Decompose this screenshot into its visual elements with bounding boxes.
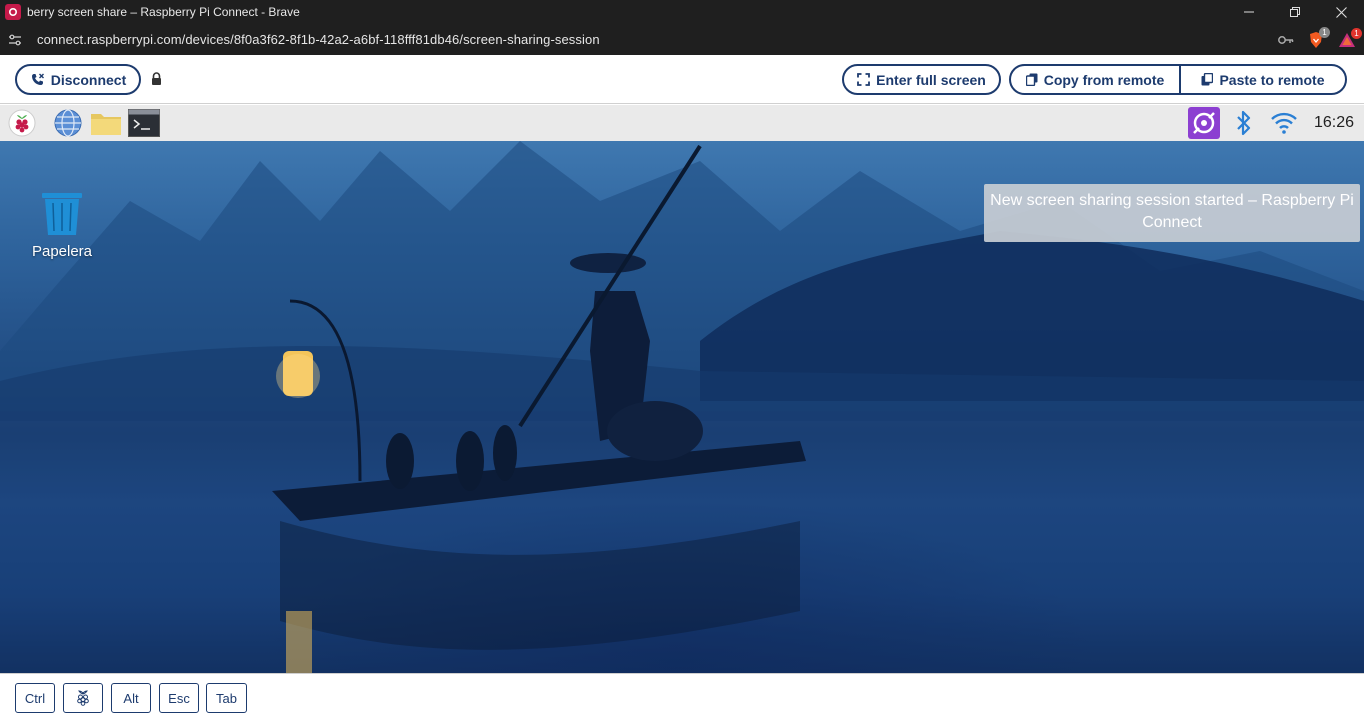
globe-icon (54, 109, 82, 137)
copy-label: Copy from remote (1043, 71, 1165, 88)
site-info-icon[interactable] (0, 34, 30, 46)
rpi-connect-icon (1188, 107, 1220, 139)
terminal-launcher[interactable] (128, 108, 160, 138)
terminal-icon (128, 109, 160, 137)
window-title: berry screen share – Raspberry Pi Connec… (27, 5, 300, 19)
brave-shields-button[interactable]: 1 (1308, 26, 1330, 49)
disconnect-label: Disconnect (50, 71, 127, 88)
rpi-connect-tray-button[interactable] (1188, 107, 1220, 139)
enter-full-screen-button[interactable]: Enter full screen (842, 64, 1001, 95)
browser-title-bar: berry screen share – Raspberry Pi Connec… (0, 0, 1364, 24)
copy-icon (1025, 73, 1038, 86)
lock-icon (151, 72, 162, 91)
shields-count-badge: 1 (1319, 26, 1330, 38)
phone-hangup-icon (31, 73, 44, 85)
raspberry-key-icon (77, 690, 89, 706)
tab-key-button[interactable]: Tab (206, 683, 247, 713)
address-bar: connect.raspberrypi.com/devices/8f0a3f62… (0, 24, 1364, 55)
rewards-count-badge: 1 (1351, 27, 1362, 39)
ctrl-key-button[interactable]: Ctrl (15, 683, 55, 713)
disconnect-button[interactable]: Disconnect (15, 64, 141, 95)
desktop-icon-trash[interactable]: Papelera (28, 191, 96, 260)
session-toolbar: Disconnect Enter full screen Copy from r… (0, 55, 1364, 104)
fullscreen-label: Enter full screen (876, 71, 986, 88)
brave-rewards-button[interactable]: 1 (1338, 27, 1362, 48)
minimize-button[interactable] (1226, 0, 1272, 24)
bluetooth-icon (1237, 110, 1251, 136)
close-icon (1335, 6, 1347, 18)
remote-taskbar: 16:26 (0, 105, 1364, 141)
raspberry-pi-connect-icon (5, 4, 21, 20)
paste-icon (1201, 73, 1214, 86)
close-button[interactable] (1318, 0, 1364, 24)
session-notification[interactable]: New screen sharing session started – Ras… (984, 184, 1360, 242)
trash-icon (42, 193, 82, 235)
remote-desktop-view[interactable]: 16:26 Papelera New screen sharing sessio… (0, 105, 1364, 673)
url-field[interactable]: connect.raspberrypi.com/devices/8f0a3f62… (37, 32, 600, 47)
wifi-icon (1271, 112, 1297, 134)
paste-to-remote-button[interactable]: Paste to remote (1179, 66, 1345, 93)
raspberry-menu-button[interactable] (6, 108, 38, 138)
raspberry-logo-icon (8, 109, 36, 137)
alt-key-button[interactable]: Alt (111, 683, 151, 713)
fullscreen-icon (857, 73, 871, 86)
taskbar-clock[interactable]: 16:26 (1314, 114, 1354, 132)
minimize-icon (1244, 11, 1254, 13)
copy-from-remote-button[interactable]: Copy from remote (1011, 66, 1179, 93)
folder-icon (91, 114, 121, 135)
restore-icon (1290, 7, 1300, 17)
wifi-tray-button[interactable] (1268, 108, 1300, 138)
special-keys-bar: Ctrl Alt Esc Tab (0, 673, 1364, 716)
desktop-wallpaper[interactable]: Papelera New screen sharing session star… (0, 141, 1364, 673)
bluetooth-tray-button[interactable] (1228, 108, 1260, 138)
clipboard-button-group: Copy from remote Paste to remote (1009, 64, 1347, 95)
esc-key-button[interactable]: Esc (159, 683, 199, 713)
window-controls (1226, 0, 1364, 24)
restore-button[interactable] (1272, 0, 1318, 24)
paste-label: Paste to remote (1219, 71, 1325, 88)
password-key-icon[interactable] (1278, 35, 1294, 45)
trash-label: Papelera (31, 243, 93, 260)
raspberry-key-button[interactable] (63, 683, 103, 713)
file-manager-launcher[interactable] (90, 108, 122, 138)
web-browser-launcher[interactable] (52, 108, 84, 138)
